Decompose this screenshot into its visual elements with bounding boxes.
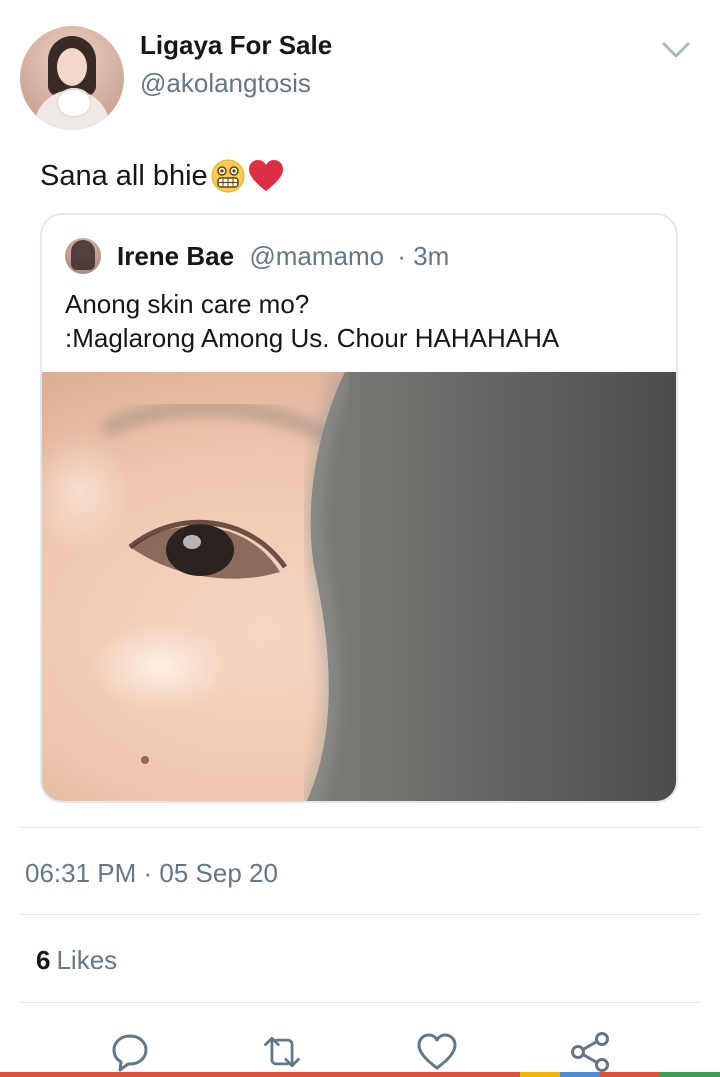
quoted-tweet-photo[interactable] [42, 372, 676, 801]
quoted-author-handle: @mamamo [249, 241, 385, 271]
tweet-timestamp: 06:31 PM · 05 Sep 20 [25, 858, 278, 888]
tweet-text-content: Sana all bhie [40, 159, 208, 192]
quoted-tweet-text: Anong skin care mo? :Maglarong Among Us.… [65, 287, 559, 355]
quoted-tweet-line-1: Anong skin care mo? [65, 289, 310, 319]
likes-stat[interactable]: 6 Likes [36, 945, 117, 976]
quoted-tweet-header: Irene Bae @mamamo · 3m [117, 241, 449, 272]
share-icon[interactable] [568, 1030, 612, 1074]
author-avatar[interactable] [20, 26, 124, 130]
bottom-color-strip [0, 1072, 720, 1077]
reply-icon[interactable] [108, 1030, 152, 1074]
chevron-down-icon[interactable] [660, 36, 692, 64]
quoted-tweet-line-2: :Maglarong Among Us. Chour HAHAHAHA [65, 323, 560, 353]
red-heart-icon [248, 159, 284, 193]
quoted-author-name: Irene Bae [117, 241, 235, 271]
quoted-tweet-time: · 3m [397, 241, 450, 271]
divider [20, 914, 700, 915]
likes-label: Likes [56, 945, 118, 975]
grimacing-face-icon [210, 158, 246, 194]
likes-count: 6 [36, 945, 51, 975]
divider [20, 1002, 700, 1003]
tweet-text: Sana all bhie [40, 158, 284, 194]
author-display-name[interactable]: Ligaya For Sale [140, 30, 332, 61]
retweet-icon[interactable] [260, 1030, 304, 1074]
like-icon[interactable] [415, 1030, 459, 1074]
quoted-author-avatar [65, 238, 101, 274]
divider [20, 827, 700, 828]
quoted-tweet-card[interactable]: Irene Bae @mamamo · 3m Anong skin care m… [40, 213, 678, 803]
author-handle[interactable]: @akolangtosis [140, 68, 311, 99]
